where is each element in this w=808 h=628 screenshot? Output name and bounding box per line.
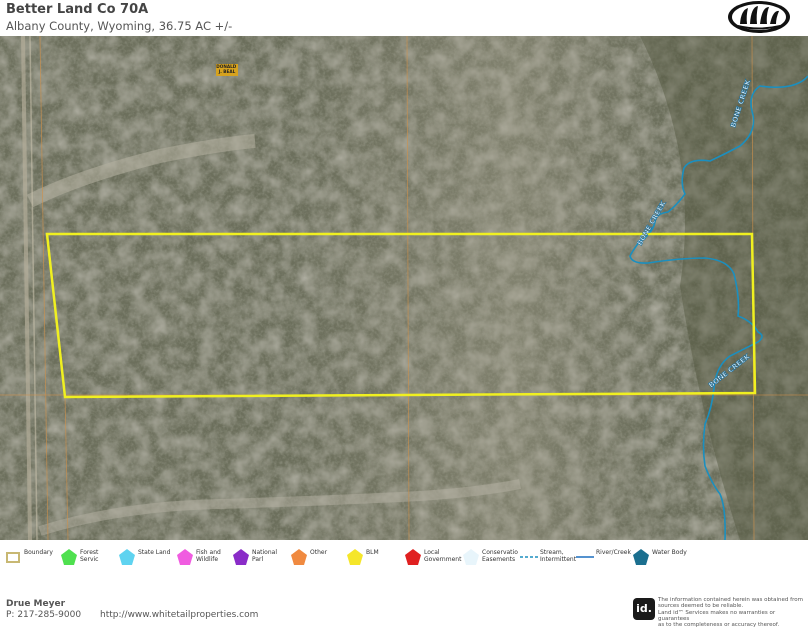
legend-item-forest-service: Forest Servic — [60, 546, 116, 572]
legend-item-blm: BLM — [346, 546, 400, 572]
legend-label-stream-intermittent: Stream, Intermittent — [540, 549, 577, 563]
legend-item-state-land: State Land — [118, 546, 174, 572]
stream-intermittent-icon — [520, 556, 538, 558]
legend-item-fish-wildlife: Fish and Wildlife — [176, 546, 230, 572]
land-id-logo-icon: id. — [633, 598, 655, 620]
disclaimer-text: The information contained herein was obt… — [658, 597, 803, 628]
agent-name: Drue Meyer — [6, 599, 66, 609]
water-body-icon — [633, 549, 649, 565]
map-header: Better Land Co 70A Albany County, Wyomin… — [0, 0, 808, 36]
legend-label-fish-wildlife: Fish and Wildlife — [196, 549, 221, 563]
legend-label-national-park: National Parl — [252, 549, 278, 563]
aerial-map-canvas[interactable]: DONALD J. BEAL BONE CREEK BONE CREEK BON… — [0, 36, 808, 540]
map-title: Better Land Co 70A — [6, 2, 149, 17]
parcel-owner-label: DONALD J. BEAL — [216, 64, 237, 74]
map-subtitle: Albany County, Wyoming, 36.75 AC +/- — [6, 19, 233, 33]
legend-label-forest-service: Forest Servic — [80, 549, 99, 563]
legend-label-river-creek: River/Creek — [596, 549, 631, 556]
legend-label-water-body: Water Body — [652, 549, 687, 556]
conservation-easement-icon — [463, 549, 479, 565]
legend-label-boundary: Boundary — [24, 549, 53, 556]
other-icon — [291, 549, 307, 565]
local-government-icon — [405, 549, 421, 565]
legend-label-blm: BLM — [366, 549, 379, 556]
agent-phone: P: 217-285-9000 — [6, 610, 82, 620]
legend-item-water-body: Water Body — [632, 546, 692, 572]
legend-item-conservation-easements: Conservatio Easements — [462, 546, 520, 572]
legend-item-national-park: National Parl — [232, 546, 288, 572]
state-land-icon — [119, 549, 135, 565]
legend-item-stream-intermittent: Stream, Intermittent — [520, 546, 578, 572]
river-creek-icon — [576, 556, 594, 558]
legend-item-boundary: Boundary — [4, 546, 58, 572]
boundary-icon — [6, 552, 20, 563]
fish-wildlife-icon — [177, 549, 193, 565]
whitetail-logo-icon — [728, 1, 790, 33]
map-footer: Drue Meyer P: 217-285-9000 http://www.wh… — [0, 590, 808, 628]
website-link[interactable]: http://www.whitetailproperties.com — [100, 610, 258, 620]
legend-item-local-government: Local Government — [404, 546, 462, 572]
legend-item-river-creek: River/Creek — [576, 546, 631, 572]
parcel-owner-line-2: J. BEAL — [218, 69, 236, 74]
land-id-logo-text: id. — [636, 602, 652, 615]
national-park-icon — [233, 549, 249, 565]
legend-label-conservation-easements: Conservatio Easements — [482, 549, 518, 563]
aerial-map[interactable]: DONALD J. BEAL BONE CREEK BONE CREEK BON… — [0, 36, 808, 540]
forest-service-icon — [61, 549, 77, 565]
legend-label-state-land: State Land — [138, 549, 171, 556]
map-legend: Boundary Forest Servic State Land Fish a… — [0, 540, 808, 580]
legend-label-other: Other — [310, 549, 328, 556]
blm-icon — [347, 549, 363, 565]
legend-label-local-government: Local Government — [424, 549, 462, 563]
legend-item-other: Other — [290, 546, 344, 572]
